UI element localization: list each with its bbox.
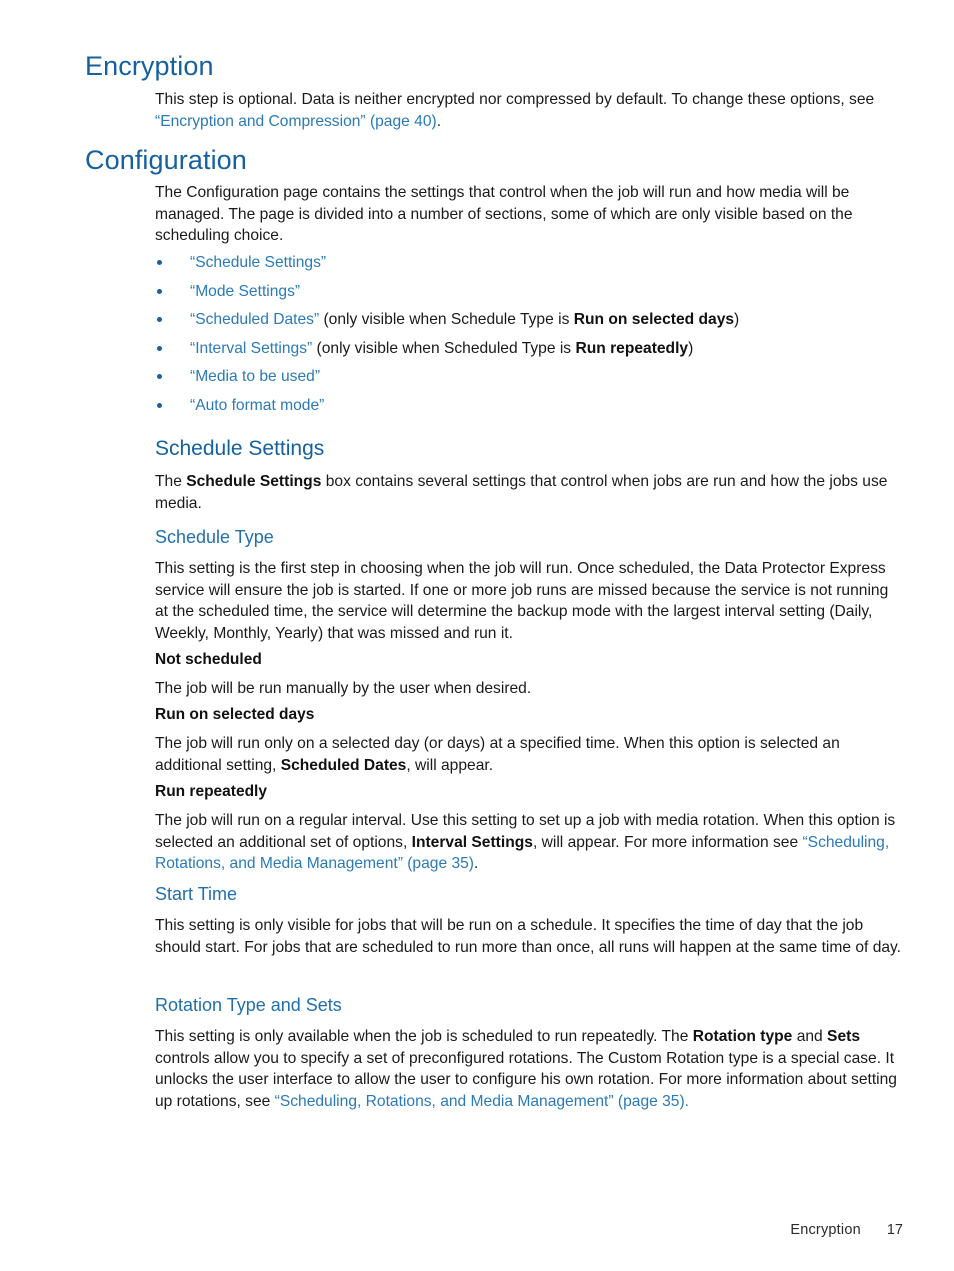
run-on-selected-days-text-post: , will appear. <box>406 756 494 774</box>
rotation-bold-sets: Sets <box>827 1028 860 1045</box>
configuration-bullet-list: “Schedule Settings” “Mode Settings” “Sch… <box>155 252 903 423</box>
list-item: “Auto format mode” <box>155 395 903 416</box>
run-on-selected-days-bold: Scheduled Dates <box>280 756 407 774</box>
schedule-settings-paragraph: The Schedule Settings box contains sever… <box>155 471 903 514</box>
schedule-settings-text-pre: The <box>155 473 187 490</box>
bullet-list: “Schedule Settings” “Mode Settings” “Sch… <box>155 252 903 416</box>
configuration-intro-paragraph: The Configuration page contains the sett… <box>155 182 903 247</box>
bullet-dot-icon <box>157 317 162 322</box>
link-mode-settings[interactable]: “Mode Settings” <box>190 283 300 300</box>
list-item: “Schedule Settings” <box>155 252 903 273</box>
list-item-rest-pre: (only visible when Schedule Type is <box>319 311 574 328</box>
link-media-to-be-used[interactable]: “Media to be used” <box>190 368 320 385</box>
page-footer: Encryption 17 <box>0 1222 903 1238</box>
encryption-paragraph-period: . <box>436 112 442 130</box>
link-scheduling-rotations-media-management-2[interactable]: “Scheduling, Rotations, and Media Manage… <box>275 1093 689 1110</box>
heading-encryption: Encryption <box>85 51 214 81</box>
heading-configuration: Configuration <box>85 145 247 175</box>
heading-start-time: Start Time <box>155 884 238 904</box>
link-interval-settings[interactable]: “Interval Settings” <box>190 340 312 357</box>
list-item-rest-post: ) <box>688 339 694 357</box>
start-time-paragraph: This setting is only visible for jobs th… <box>155 915 903 958</box>
list-item: “Media to be used” <box>155 366 903 387</box>
subheading-run-repeatedly: Run repeatedly <box>155 783 267 800</box>
bullet-dot-icon <box>157 260 162 265</box>
heading-schedule-type: Schedule Type <box>155 527 274 547</box>
run-on-selected-days-text-pre: The job will run only on a selected day … <box>155 735 840 774</box>
schedule-type-text: This setting is the first step in choosi… <box>155 560 889 643</box>
run-repeatedly-text-tail: . <box>474 855 479 873</box>
configuration-intro-text: The Configuration page contains the sett… <box>155 184 853 245</box>
link-encryption-and-compression[interactable]: “Encryption and Compression” (page 40) <box>155 113 437 130</box>
not-scheduled-paragraph: The job will be run manually by the user… <box>155 678 903 700</box>
list-item: “Scheduled Dates” (only visible when Sch… <box>155 309 903 330</box>
encryption-paragraph-text: This step is optional. Data is neither e… <box>155 91 875 108</box>
footer-page-number: 17 <box>886 1222 903 1238</box>
bullet-dot-icon <box>157 345 162 351</box>
bullet-dot-icon <box>157 374 162 379</box>
not-scheduled-text: The job will be run manually by the user… <box>155 680 532 697</box>
list-item: “Interval Settings” (only visible when S… <box>155 338 903 359</box>
footer-section-name: Encryption <box>790 1222 861 1238</box>
rotation-text-pre: This setting is only available when the … <box>155 1028 693 1045</box>
list-item-bold: Run repeatedly <box>575 339 689 357</box>
run-repeatedly-paragraph: The job will run on a regular interval. … <box>155 810 903 875</box>
rotation-bold-rotation-type: Rotation type <box>692 1028 793 1045</box>
bullet-dot-icon <box>157 402 162 408</box>
list-item-rest-post: ) <box>734 311 740 328</box>
bullet-dot-icon <box>157 288 162 294</box>
heading-rotation-type-and-sets: Rotation Type and Sets <box>155 995 342 1015</box>
run-repeatedly-text-mid: , will appear. For more information see <box>532 833 803 851</box>
subheading-not-scheduled: Not scheduled <box>155 651 262 668</box>
list-item-bold: Run on selected days <box>573 311 735 328</box>
start-time-text: This setting is only visible for jobs th… <box>155 917 902 956</box>
subheading-run-on-selected-days: Run on selected days <box>155 706 315 723</box>
list-item: “Mode Settings” <box>155 281 903 302</box>
run-repeatedly-bold: Interval Settings <box>411 833 533 851</box>
list-item-rest-pre: (only visible when Scheduled Type is <box>312 339 576 357</box>
run-on-selected-days-paragraph: The job will run only on a selected day … <box>155 733 903 776</box>
schedule-settings-bold: Schedule Settings <box>186 473 322 490</box>
heading-schedule-settings: Schedule Settings <box>155 437 325 460</box>
rotation-text-mid1: and <box>792 1028 828 1045</box>
link-schedule-settings[interactable]: “Schedule Settings” <box>190 254 326 271</box>
link-auto-format-mode[interactable]: “Auto format mode” <box>190 397 324 414</box>
link-scheduled-dates[interactable]: “Scheduled Dates” <box>190 311 319 328</box>
encryption-paragraph: This step is optional. Data is neither e… <box>155 89 903 132</box>
rotation-paragraph: This setting is only available when the … <box>155 1026 903 1113</box>
document-page: Encryption This step is optional. Data i… <box>0 0 954 1271</box>
schedule-type-paragraph: This setting is the first step in choosi… <box>155 558 903 645</box>
